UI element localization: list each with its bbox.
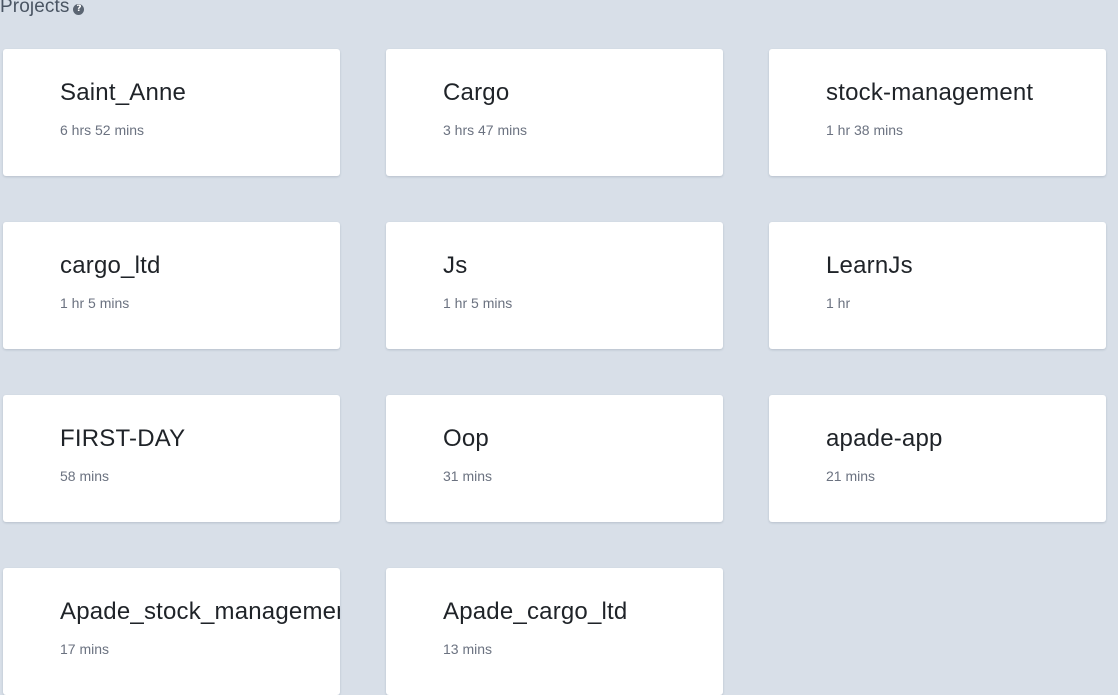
project-name: Cargo [443, 79, 510, 106]
project-name: stock-management [826, 79, 1034, 106]
project-name: Apade_cargo_ltd [443, 598, 628, 625]
project-name: FIRST-DAY [60, 425, 186, 452]
projects-section-header: Projects ? [0, 0, 85, 20]
project-card[interactable]: apade-app 21 mins [769, 395, 1106, 522]
project-time: 1 hr 5 mins [443, 295, 513, 311]
project-time: 21 mins [826, 468, 876, 484]
project-name: Saint_Anne [60, 79, 187, 106]
project-name: cargo_ltd [60, 252, 161, 279]
project-card[interactable]: Apade_stock_management 17 mins [3, 568, 340, 695]
project-card[interactable]: LearnJs 1 hr [769, 222, 1106, 349]
projects-grid: Saint_Anne 6 hrs 52 mins Cargo 3 hrs 47 … [3, 49, 1106, 695]
project-time: 13 mins [443, 641, 493, 657]
question-circle-icon[interactable]: ? [73, 3, 85, 15]
project-name: LearnJs [826, 252, 913, 279]
project-time: 58 mins [60, 468, 110, 484]
project-name: apade-app [826, 425, 943, 452]
project-name: Apade_stock_management [60, 598, 340, 625]
project-name: Oop [443, 425, 489, 452]
project-time: 17 mins [60, 641, 110, 657]
project-time: 6 hrs 52 mins [60, 122, 145, 138]
project-card[interactable]: cargo_ltd 1 hr 5 mins [3, 222, 340, 349]
project-time: 31 mins [443, 468, 493, 484]
project-card[interactable]: stock-management 1 hr 38 mins [769, 49, 1106, 176]
project-name: Js [443, 252, 468, 279]
project-card[interactable]: Oop 31 mins [386, 395, 723, 522]
project-card[interactable]: Js 1 hr 5 mins [386, 222, 723, 349]
project-card[interactable]: Apade_cargo_ltd 13 mins [386, 568, 723, 695]
project-time: 1 hr 38 mins [826, 122, 904, 138]
project-time: 3 hrs 47 mins [443, 122, 528, 138]
section-title: Projects [0, 0, 70, 17]
project-time: 1 hr [826, 295, 851, 311]
project-card[interactable]: Saint_Anne 6 hrs 52 mins [3, 49, 340, 176]
project-card[interactable]: Cargo 3 hrs 47 mins [386, 49, 723, 176]
project-card[interactable]: FIRST-DAY 58 mins [3, 395, 340, 522]
project-time: 1 hr 5 mins [60, 295, 130, 311]
